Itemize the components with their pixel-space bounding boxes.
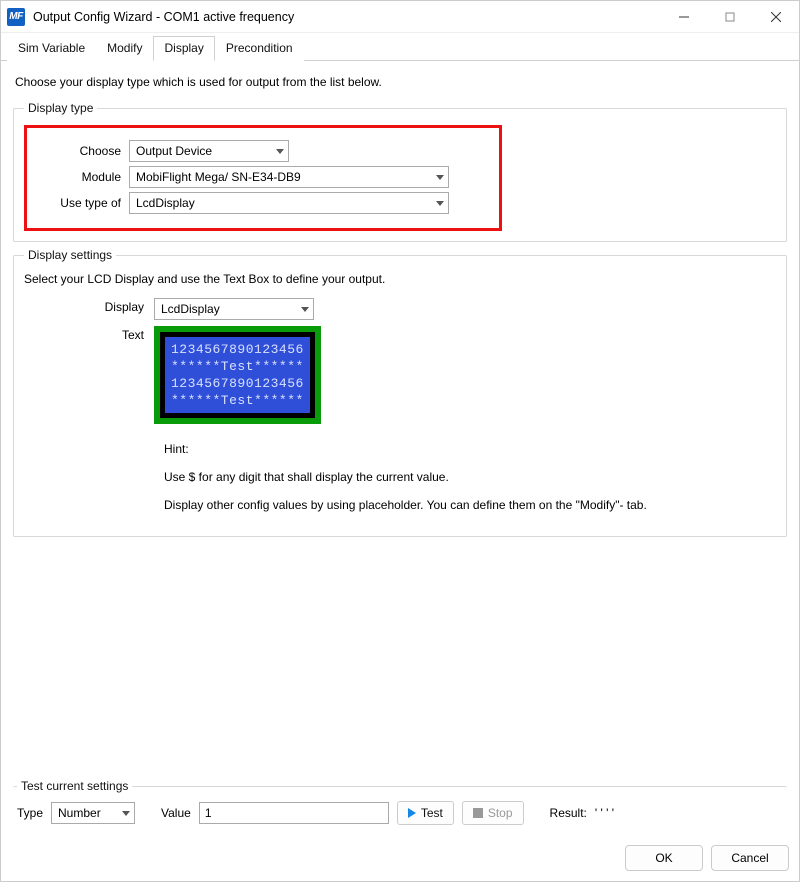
chevron-down-icon: [436, 201, 444, 206]
lcd-line: 1234567890123456: [171, 342, 304, 357]
test-value-input[interactable]: [199, 802, 389, 824]
result-label: Result:: [550, 806, 587, 820]
choose-select[interactable]: Output Device: [129, 140, 289, 162]
usetype-label: Use type of: [39, 196, 129, 210]
lcd-line: 1234567890123456: [171, 376, 304, 391]
chevron-down-icon: [436, 175, 444, 180]
test-type-value: Number: [58, 806, 101, 820]
close-button[interactable]: [753, 1, 799, 33]
test-settings-legend: Test current settings: [17, 779, 132, 793]
chevron-down-icon: [301, 307, 309, 312]
cancel-button[interactable]: Cancel: [711, 845, 789, 871]
lcd-preview[interactable]: 1234567890123456 ******Test****** 123456…: [165, 337, 310, 413]
app-icon: MF: [7, 8, 25, 26]
display-settings-group: Display settings Select your LCD Display…: [13, 248, 787, 537]
choose-value: Output Device: [136, 144, 212, 158]
test-button-label: Test: [421, 806, 443, 820]
hint-title: Hint:: [164, 442, 776, 456]
test-value-label: Value: [161, 806, 191, 820]
usetype-select[interactable]: LcdDisplay: [129, 192, 449, 214]
tab-bar: Sim Variable Modify Display Precondition: [1, 33, 799, 61]
display-value: LcdDisplay: [161, 302, 220, 316]
dialog-buttons: OK Cancel: [1, 839, 799, 881]
test-type-label: Type: [17, 806, 43, 820]
hint-line2: Display other config values by using pla…: [164, 498, 776, 512]
display-settings-intro: Select your LCD Display and use the Text…: [24, 272, 776, 286]
module-label: Module: [39, 170, 129, 184]
lcd-line: ******Test******: [171, 393, 304, 408]
usetype-value: LcdDisplay: [136, 196, 195, 210]
choose-label: Choose: [39, 144, 129, 158]
display-label: Display: [24, 298, 154, 320]
hint-block: Hint: Use $ for any digit that shall dis…: [164, 442, 776, 512]
tab-precondition[interactable]: Precondition: [215, 36, 304, 61]
stop-button-label: Stop: [488, 806, 513, 820]
maximize-button[interactable]: [707, 1, 753, 33]
module-select[interactable]: MobiFlight Mega/ SN-E34-DB9: [129, 166, 449, 188]
test-type-select[interactable]: Number: [51, 802, 135, 824]
close-icon: [771, 12, 781, 22]
window-controls: [661, 1, 799, 33]
lcd-line: ******Test******: [171, 359, 304, 374]
display-type-legend: Display type: [24, 101, 97, 115]
tab-display[interactable]: Display: [153, 36, 214, 61]
test-settings-group: Test current settings Type Number Value …: [13, 779, 787, 829]
maximize-icon: [725, 12, 735, 22]
display-type-highlight: Choose Output Device Module MobiFlight M…: [24, 125, 502, 231]
display-settings-legend: Display settings: [24, 248, 116, 262]
module-value: MobiFlight Mega/ SN-E34-DB9: [136, 170, 301, 184]
display-select[interactable]: LcdDisplay: [154, 298, 314, 320]
lcd-preview-bezel: 1234567890123456 ******Test****** 123456…: [160, 332, 315, 418]
display-type-group: Display type Choose Output Device Module…: [13, 101, 787, 242]
ok-button[interactable]: OK: [625, 845, 703, 871]
stop-button[interactable]: Stop: [462, 801, 524, 825]
result-value: ' ' ' ': [595, 806, 614, 820]
play-icon: [408, 808, 416, 818]
text-label: Text: [24, 326, 154, 424]
stop-icon: [473, 808, 483, 818]
tab-sim-variable[interactable]: Sim Variable: [7, 36, 96, 61]
minimize-icon: [679, 12, 689, 22]
window-title: Output Config Wizard - COM1 active frequ…: [33, 10, 294, 24]
minimize-button[interactable]: [661, 1, 707, 33]
lcd-preview-frame: 1234567890123456 ******Test****** 123456…: [154, 326, 321, 424]
hint-line1: Use $ for any digit that shall display t…: [164, 470, 776, 484]
page-instruction: Choose your display type which is used f…: [15, 75, 785, 89]
chevron-down-icon: [122, 811, 130, 816]
test-button[interactable]: Test: [397, 801, 454, 825]
chevron-down-icon: [276, 149, 284, 154]
titlebar: MF Output Config Wizard - COM1 active fr…: [1, 1, 799, 33]
tab-modify[interactable]: Modify: [96, 36, 153, 61]
